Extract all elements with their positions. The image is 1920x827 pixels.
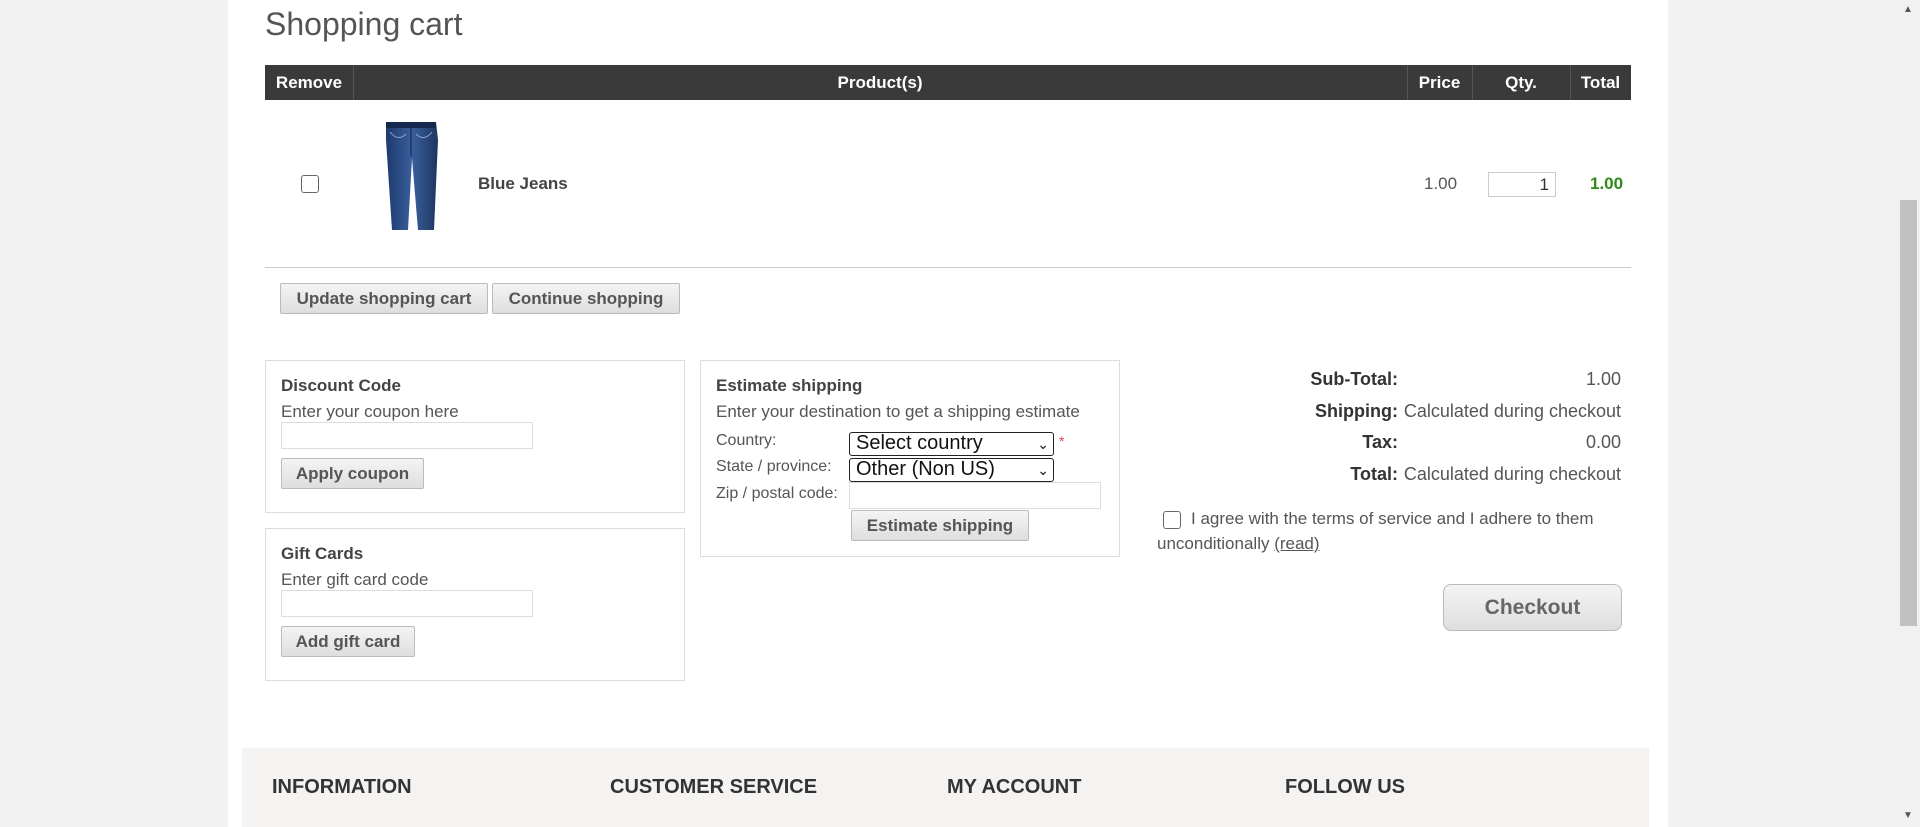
estimate-shipping-button[interactable]: Estimate shipping [851, 510, 1029, 541]
shipping-hint: Enter your destination to get a shipping… [716, 402, 1080, 421]
chevron-down-icon: ⌄ [1037, 462, 1049, 478]
giftcard-box: Gift Cards Enter gift card code Add gift… [265, 528, 685, 681]
scrollbar-thumb[interactable] [1900, 200, 1917, 626]
header-remove: Remove [265, 65, 354, 100]
checkout-button[interactable]: Checkout [1443, 584, 1622, 631]
remove-checkbox[interactable] [301, 175, 319, 193]
shipping-title: Estimate shipping [716, 376, 863, 395]
total-value: Calculated during checkout [1403, 464, 1621, 484]
tax-value: 0.00 [1585, 432, 1621, 452]
page-content: Shopping cart Remove Product(s) Price Qt… [228, 0, 1668, 827]
zip-label: Zip / postal code: [716, 485, 838, 502]
scroll-up-arrow-icon[interactable]: ▲ [1903, 4, 1913, 15]
scroll-down-arrow-icon[interactable]: ▼ [1903, 810, 1913, 821]
country-select[interactable]: Select country ⌄ [849, 432, 1054, 456]
page-title: Shopping cart [265, 6, 463, 42]
header-total: Total [1580, 73, 1621, 92]
header-products: Product(s) [353, 65, 1408, 100]
discount-hint: Enter your coupon here [281, 402, 459, 421]
update-cart-button[interactable]: Update shopping cart [280, 283, 488, 314]
required-marker: * [1059, 433, 1065, 449]
footer-follow-us-heading: FOLLOW US [1285, 776, 1405, 798]
terms-checkbox[interactable] [1163, 511, 1181, 529]
terms-text-line2: unconditionally (read) [1157, 534, 1320, 554]
row-divider [265, 267, 1631, 268]
state-label: State / province: [716, 458, 832, 475]
discount-title: Discount Code [281, 376, 401, 395]
state-select[interactable]: Other (Non US) ⌄ [849, 458, 1054, 482]
terms-text-line1: I agree with the terms of service and I … [1191, 509, 1594, 528]
product-total: 1.00 [1590, 174, 1624, 193]
subtotal-label: Sub-Total: [1310, 369, 1398, 389]
footer-information-heading: INFORMATION [272, 776, 412, 798]
coupon-input[interactable] [281, 422, 533, 449]
giftcard-hint: Enter gift card code [281, 570, 429, 589]
header-price: Price [1407, 65, 1473, 100]
terms-text-unconditionally: unconditionally [1157, 534, 1270, 553]
header-qty: Qty. [1472, 65, 1571, 100]
chevron-down-icon: ⌄ [1037, 436, 1049, 452]
country-select-value: Select country [856, 432, 983, 454]
continue-shopping-button[interactable]: Continue shopping [492, 283, 680, 314]
blue-jeans-image[interactable] [376, 120, 446, 232]
state-select-value: Other (Non US) [856, 458, 995, 480]
footer-my-account-heading: MY ACCOUNT [947, 776, 1082, 798]
country-label: Country: [716, 432, 777, 449]
giftcard-input[interactable] [281, 590, 533, 617]
add-gift-card-button[interactable]: Add gift card [281, 626, 415, 657]
product-price: 1.00 [1424, 174, 1458, 193]
shipping-label: Shipping: [1315, 401, 1398, 421]
shipping-value: Calculated during checkout [1403, 401, 1621, 421]
estimate-shipping-box: Estimate shipping Enter your destination… [700, 360, 1120, 557]
cart-table-header: Remove Product(s) Price Qty. Total [265, 65, 1631, 100]
footer: INFORMATION CUSTOMER SERVICE MY ACCOUNT … [242, 748, 1649, 827]
total-label: Total: [1350, 464, 1398, 484]
tax-label: Tax: [1362, 432, 1398, 452]
subtotal-value: 1.00 [1585, 369, 1621, 389]
zip-input[interactable] [849, 482, 1101, 509]
quantity-input[interactable]: 1 [1488, 172, 1556, 197]
giftcard-title: Gift Cards [281, 544, 364, 563]
footer-customer-service-heading: CUSTOMER SERVICE [610, 776, 818, 798]
discount-box: Discount Code Enter your coupon here App… [265, 360, 685, 513]
terms-read-link[interactable]: (read) [1274, 534, 1319, 553]
product-name-link[interactable]: Blue Jeans [478, 174, 568, 194]
apply-coupon-button[interactable]: Apply coupon [281, 458, 424, 489]
